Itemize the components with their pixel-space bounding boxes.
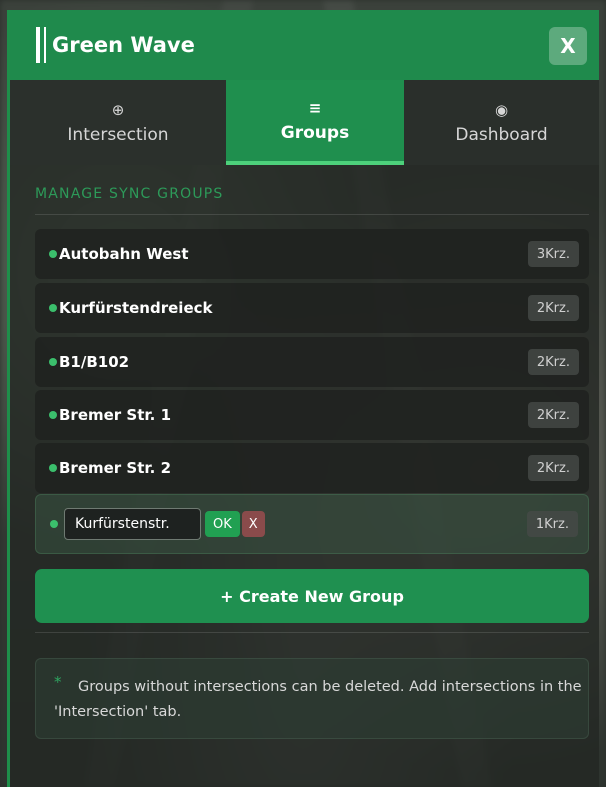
tab-label: Intersection [67,124,169,145]
list-icon: ≡ [308,98,322,117]
logo-icon-bar [44,27,46,63]
tab-intersection[interactable]: ⊕ Intersection [10,80,226,165]
status-dot [49,464,57,472]
confirm-rename-button[interactable]: OK [205,511,240,537]
tab-dashboard[interactable]: ◉ Dashboard [404,80,599,165]
tab-bar: ⊕ Intersection ≡ Groups ◉ Dashboard [10,80,599,165]
status-dot [49,304,57,312]
create-group-button[interactable]: + Create New Group [35,569,589,623]
close-button[interactable]: X [549,27,587,65]
status-dot [49,250,57,258]
count-badge: 2Krz. [527,349,579,375]
group-name: Kurfürstendreieck [59,299,213,317]
app-title: Green Wave [52,33,195,57]
status-dot [49,358,57,366]
group-name: Bremer Str. 1 [59,406,172,424]
panel-header: Green Wave X [10,10,599,80]
group-name: Autobahn West [59,245,189,263]
group-edit-row: OK X 1Krz. [35,494,589,554]
tab-groups[interactable]: ≡ Groups [226,80,404,165]
group-row[interactable]: Bremer Str. 2 2Krz. [35,443,589,493]
status-dot [49,411,57,419]
group-row[interactable]: Kurfürstendreieck 2Krz. [35,283,589,333]
count-badge: 2Krz. [527,295,579,321]
group-row[interactable]: Bremer Str. 1 2Krz. [35,390,589,440]
logo-icon [36,27,40,63]
green-wave-panel: Green Wave X ⊕ Intersection ≡ Groups ◉ D… [7,10,599,787]
info-text: Groups without intersections can be dele… [54,679,582,720]
group-row[interactable]: B1/B102 2Krz. [35,337,589,387]
section-divider [35,214,589,215]
cancel-rename-button[interactable]: X [241,511,265,537]
count-badge: 2Krz. [527,402,579,428]
group-name-input[interactable] [64,508,201,540]
footer-divider [35,632,589,633]
section-title: MANAGE SYNC GROUPS [35,186,224,202]
group-row[interactable]: Autobahn West 3Krz. [35,229,589,279]
tab-label: Groups [280,122,350,143]
group-name: B1/B102 [59,353,130,371]
group-name: Bremer Str. 2 [59,459,172,477]
radio-icon: ◉ [494,100,509,119]
tab-label: Dashboard [455,124,548,145]
count-badge: 1Krz. [526,511,578,537]
crosshair-icon: ⊕ [111,100,125,119]
status-dot [50,520,58,528]
info-note: * Groups without intersections can be de… [35,658,589,739]
count-badge: 2Krz. [527,455,579,481]
count-badge: 3Krz. [527,241,579,267]
